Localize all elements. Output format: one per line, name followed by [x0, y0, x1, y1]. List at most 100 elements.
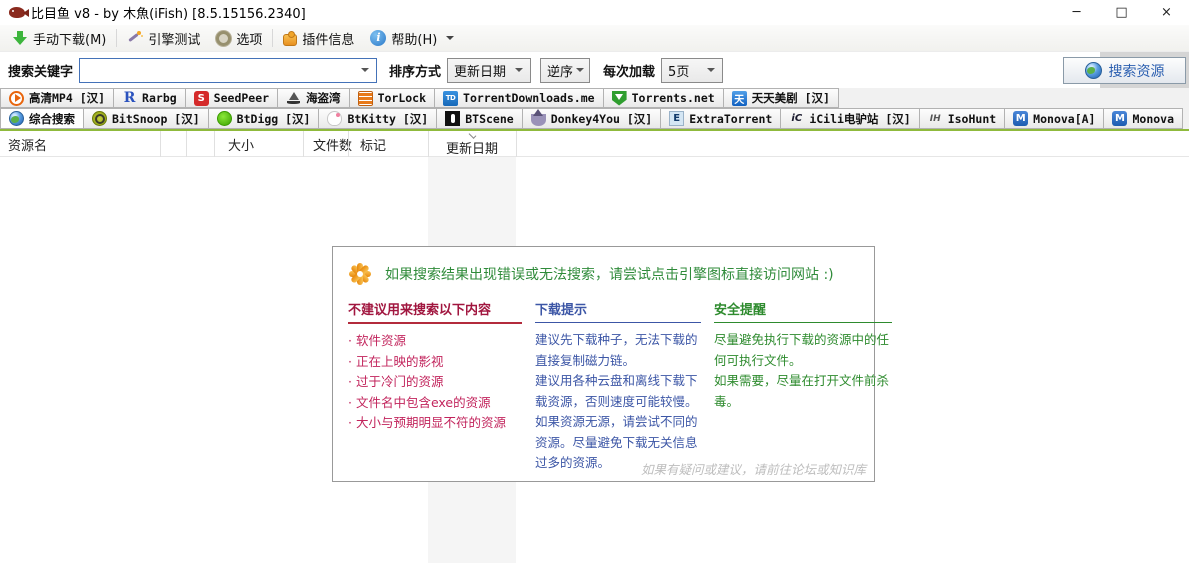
- column-divider[interactable]: [160, 131, 161, 157]
- dialog-column-download-tips: 下载提示 建议先下载种子，无法下载的直接复制磁力链。 建议用各种云盘和离线下载下…: [535, 299, 701, 474]
- tab-label: BtDigg [汉]: [236, 111, 311, 126]
- dialog-columns: 不建议用来搜索以下内容 · 软件资源 · 正在上映的影视 · 过于冷门的资源 ·…: [333, 286, 892, 474]
- tab-bitsnoop[interactable]: BitSnoop [汉]: [83, 108, 209, 129]
- info-dialog: 如果搜索结果出现错误或无法搜索，请尝试点击引擎图标直接访问网站 :) 不建议用来…: [332, 246, 892, 482]
- rarbg-icon: R: [123, 90, 136, 106]
- column-divider[interactable]: [214, 131, 215, 157]
- tab-torlock[interactable]: TorLock: [348, 88, 436, 108]
- chevron-down-icon: [446, 36, 455, 40]
- tab-label: Monova[A]: [1033, 111, 1096, 126]
- load-pages-select[interactable]: 5页: [661, 57, 724, 83]
- column-update-date[interactable]: 更新日期: [428, 131, 516, 157]
- tab-monova-a[interactable]: M Monova[A]: [1004, 108, 1105, 129]
- chevron-down-icon: [707, 68, 716, 72]
- manual-download-button[interactable]: 手动下载(M): [4, 26, 114, 50]
- help-menu-button[interactable]: i 帮助(H): [362, 26, 462, 50]
- tab-btscene[interactable]: BTScene: [436, 108, 523, 129]
- wizard-icon: [530, 108, 546, 126]
- toolbar-separator: [116, 29, 118, 47]
- tab-label: SeedPeer: [213, 91, 270, 105]
- sort-field-value: 更新日期: [454, 64, 507, 80]
- warning-item: · 过于冷门的资源: [348, 374, 444, 389]
- download-tip: 建议先下载种子，无法下载的直接复制磁力链。: [535, 332, 698, 368]
- warnings-title: 不建议用来搜索以下内容: [348, 299, 522, 324]
- search-keyword-input[interactable]: [80, 59, 359, 81]
- sort-order-select[interactable]: 逆序: [540, 57, 591, 83]
- tab-btdigg[interactable]: BtDigg [汉]: [207, 108, 320, 129]
- keyword-label: 搜索关键字: [8, 64, 74, 80]
- column-file-count[interactable]: 文件数: [313, 131, 352, 157]
- close-button[interactable]: ×: [1144, 0, 1189, 25]
- tab-isohunt[interactable]: IH IsoHunt: [918, 108, 1006, 129]
- engine-tabs: 高清MP4 [汉] R Rarbg S SeedPeer 海盗湾 TorLock…: [0, 88, 1189, 131]
- torrentdownloads-icon: TD: [443, 90, 459, 106]
- gear-icon: [216, 30, 232, 46]
- monova-icon: M: [1112, 111, 1128, 126]
- search-bar: 搜索关键字 排序方式 更新日期 逆序 每次加载 5页 搜索资源: [0, 52, 1189, 88]
- tab-piratebay[interactable]: 海盗湾: [277, 88, 350, 108]
- window-title: 比目鱼 v8 - by 木魚(iFish) [8.5.15156.2340]: [31, 7, 306, 22]
- tab-torrentdownloads[interactable]: TD TorrentDownloads.me: [434, 88, 604, 108]
- sort-mode-label: 排序方式: [389, 64, 442, 80]
- warning-item: · 文件名中包含exe的资源: [348, 394, 491, 410]
- tab-combined-search[interactable]: 综合搜索: [0, 108, 84, 129]
- tab-label: 综合搜索: [29, 111, 75, 126]
- load-pages-value: 5页: [668, 64, 690, 80]
- tab-ttmeiju[interactable]: 天 天天美剧 [汉]: [722, 88, 839, 108]
- tab-label: Donkey4You [汉]: [550, 111, 653, 126]
- column-divider[interactable]: [516, 131, 517, 157]
- globe-icon: [9, 111, 24, 126]
- minimize-button[interactable]: ─: [1054, 0, 1099, 25]
- column-size[interactable]: 大小: [228, 131, 254, 157]
- tab-label: ExtraTorrent: [689, 111, 773, 126]
- tab-extratorrent[interactable]: E ExtraTorrent: [660, 108, 782, 129]
- tab-icili[interactable]: iC iCili电驴站 [汉]: [780, 108, 920, 129]
- isohunt-icon: IH: [929, 113, 941, 124]
- tab-hdmp4[interactable]: 高清MP4 [汉]: [0, 88, 115, 108]
- globe-search-icon: [1084, 62, 1102, 79]
- dialog-footer-note: 如果有疑问或建议，请前往论坛或知识库: [640, 462, 866, 477]
- warning-item: · 大小与预期明显不符的资源: [348, 415, 506, 430]
- tab-donkey4you[interactable]: Donkey4You [汉]: [521, 108, 662, 129]
- chevron-down-icon: [515, 68, 524, 72]
- ttmeiju-icon: 天: [731, 90, 747, 106]
- sort-order-value: 逆序: [547, 64, 574, 80]
- column-divider[interactable]: [303, 131, 304, 157]
- column-divider[interactable]: [428, 131, 429, 157]
- warning-item: · 正在上映的影视: [348, 353, 444, 369]
- column-divider[interactable]: [186, 131, 187, 157]
- sort-field-select[interactable]: 更新日期: [447, 57, 532, 83]
- column-resource-name[interactable]: 资源名: [8, 131, 47, 157]
- tab-monova[interactable]: M Monova: [1103, 108, 1184, 129]
- search-keyword-combobox[interactable]: [79, 57, 378, 83]
- column-divider[interactable]: [348, 131, 349, 157]
- btdigg-icon: [216, 111, 232, 126]
- engine-test-label: 引擎测试: [148, 32, 201, 48]
- results-header: 资源名 大小 文件数 标记 更新日期: [0, 131, 1189, 157]
- tab-rarbg[interactable]: R Rarbg: [113, 88, 186, 108]
- tab-label: TorLock: [377, 91, 427, 105]
- toolbar: 手动下载(M) 引擎测试 选项 插件信息 i 帮助(H): [0, 25, 1189, 52]
- tab-label: Rarbg: [142, 91, 177, 105]
- bitsnoop-icon: [92, 111, 107, 126]
- puzzle-piece-icon: [283, 30, 298, 46]
- chevron-down-icon: [576, 68, 585, 72]
- dialog-header: 如果搜索结果出现错误或无法搜索，请尝试点击引擎图标直接访问网站 :): [333, 247, 874, 286]
- plugin-info-button[interactable]: 插件信息: [275, 26, 362, 50]
- hdmp4-play-icon: [9, 90, 24, 106]
- chevron-down-icon[interactable]: [361, 68, 370, 72]
- maximize-button[interactable]: □: [1099, 0, 1144, 25]
- tab-seedpeer[interactable]: S SeedPeer: [184, 88, 279, 108]
- column-tag[interactable]: 标记: [360, 131, 386, 157]
- tab-torrentsnet[interactable]: Torrents.net: [602, 88, 724, 108]
- safety-tip: 如果需要，尽量在打开文件前杀毒。: [714, 373, 890, 409]
- options-button[interactable]: 选项: [208, 26, 270, 50]
- dialog-column-safety: 安全提醒 尽量避免执行下载的资源中的任何可执行文件。 如果需要，尽量在打开文件前…: [714, 299, 892, 474]
- tab-btkitty[interactable]: BtKitty [汉]: [318, 108, 438, 129]
- tab-label: TorrentDownloads.me: [463, 91, 595, 105]
- search-resources-button[interactable]: 搜索资源: [1063, 57, 1186, 84]
- tab-label: Monova: [1132, 111, 1175, 126]
- orange-asterisk-icon: [348, 262, 372, 286]
- engine-test-button[interactable]: 引擎测试: [119, 26, 208, 50]
- toolbar-separator: [272, 29, 274, 47]
